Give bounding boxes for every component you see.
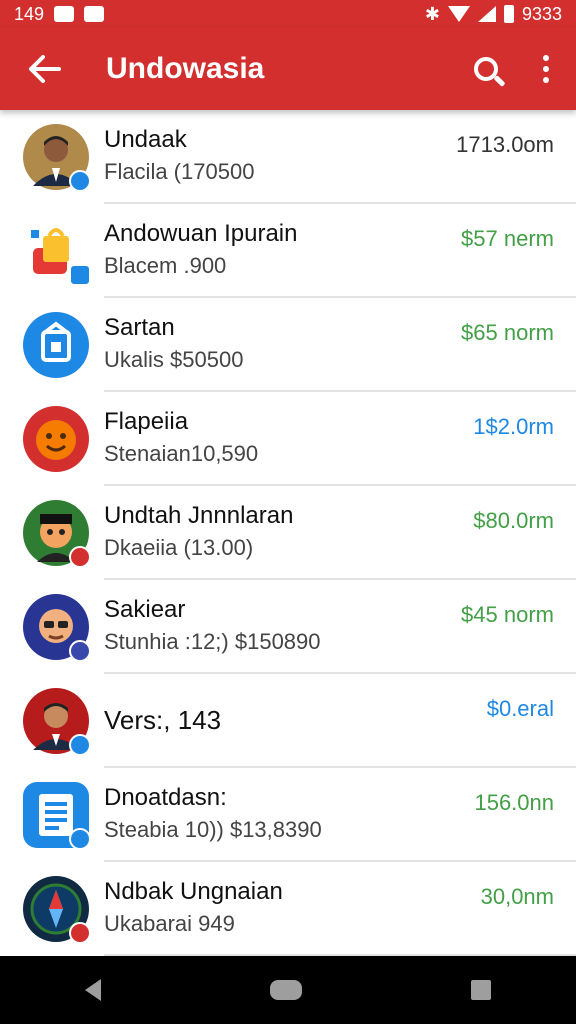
cartoon-avatar: [23, 500, 91, 568]
item-sub: Blacem .900: [104, 253, 227, 278]
item-name: Undaak: [104, 126, 187, 153]
search-icon[interactable]: [456, 28, 516, 110]
item-amount: $0.eral: [486, 696, 554, 721]
person-red-avatar: [23, 688, 91, 756]
item-amount: $57 nerm: [461, 226, 554, 251]
list-item[interactable]: Ndbak Ungnaian Ukabarai 949 30,0nm: [0, 862, 576, 956]
list-item[interactable]: Vers:, 143 $0.eral: [0, 674, 576, 768]
page-title: Undowasia: [106, 52, 265, 85]
item-amount: $80.0rm: [473, 508, 554, 533]
status-bar: 149 ✱ 9333: [0, 0, 576, 28]
item-sub: Stenaian10,590: [104, 441, 259, 466]
item-name: Flapeiia: [104, 408, 189, 435]
list-item[interactable]: Dnoatdasn: Steabia 10)) $13,8390 156.0nn: [0, 768, 576, 862]
bluetooth-icon: ✱: [424, 3, 440, 24]
smile-avatar: [23, 406, 89, 472]
item-name: Dnoatdasn:: [104, 784, 227, 811]
item-name: Sartan: [104, 314, 175, 341]
store-avatar: [23, 312, 89, 378]
notification-icon: [54, 6, 75, 22]
wifi-icon: [447, 6, 470, 22]
item-name: Ndbak Ungnaian: [104, 878, 283, 905]
list-item[interactable]: Undaak Flacila (170500 1713.0om: [0, 110, 576, 204]
document-avatar: [23, 782, 91, 850]
item-sub: Steabia 10)) $13,8390: [104, 817, 322, 842]
status-time: 149: [14, 3, 45, 24]
nav-recents-icon[interactable]: [471, 980, 492, 1000]
compass-avatar: [23, 876, 91, 944]
signal-icon: [477, 6, 496, 22]
item-sub: Ukalis $50500: [104, 347, 244, 372]
app-notification-icon: [84, 6, 105, 22]
item-sub: Stunhia :12;) $150890: [104, 629, 321, 654]
nav-home-icon[interactable]: [269, 980, 302, 1000]
item-amount: $65 norm: [461, 320, 554, 345]
item-sub: Ukabarai 949: [104, 911, 235, 936]
shopping-bag-avatar: [23, 218, 91, 286]
item-amount: 156.0nn: [474, 790, 554, 815]
item-amount: $45 norm: [461, 602, 554, 627]
item-amount: 1$2.0rm: [473, 414, 554, 439]
item-amount: 30,0nm: [480, 884, 554, 909]
status-right-text: 9333: [521, 3, 562, 24]
item-amount: 1713.0om: [456, 132, 554, 157]
nav-back-icon[interactable]: [84, 979, 101, 1001]
battery-icon: [503, 5, 514, 23]
item-name: Andowuan Ipurain: [104, 220, 298, 247]
item-name: Vers:, 143: [104, 705, 222, 735]
app-bar: Undowasia: [0, 28, 576, 110]
system-nav-bar: [0, 956, 576, 1024]
person-avatar: [23, 124, 91, 192]
list-item[interactable]: Andowuan Ipurain Blacem .900 $57 nerm: [0, 204, 576, 298]
glasses-avatar: [23, 594, 91, 662]
list-item[interactable]: Sakiear Stunhia :12;) $150890 $45 norm: [0, 580, 576, 674]
more-vert-icon[interactable]: [516, 28, 576, 110]
list-item[interactable]: Undtah Jnnnlaran Dkaeiia (13.00) $80.0rm: [0, 486, 576, 580]
list-item[interactable]: Sartan Ukalis $50500 $65 norm: [0, 298, 576, 392]
item-sub: Dkaeiia (13.00): [104, 535, 254, 560]
item-sub: Flacila (170500: [104, 159, 255, 184]
arrow-left-icon[interactable]: [0, 28, 88, 110]
item-name: Sakiear: [104, 596, 186, 623]
transaction-list: Undaak Flacila (170500 1713.0om Andowuan…: [0, 110, 576, 956]
list-item[interactable]: Flapeiia Stenaian10,590 1$2.0rm: [0, 392, 576, 486]
item-name: Undtah Jnnnlaran: [104, 502, 294, 529]
